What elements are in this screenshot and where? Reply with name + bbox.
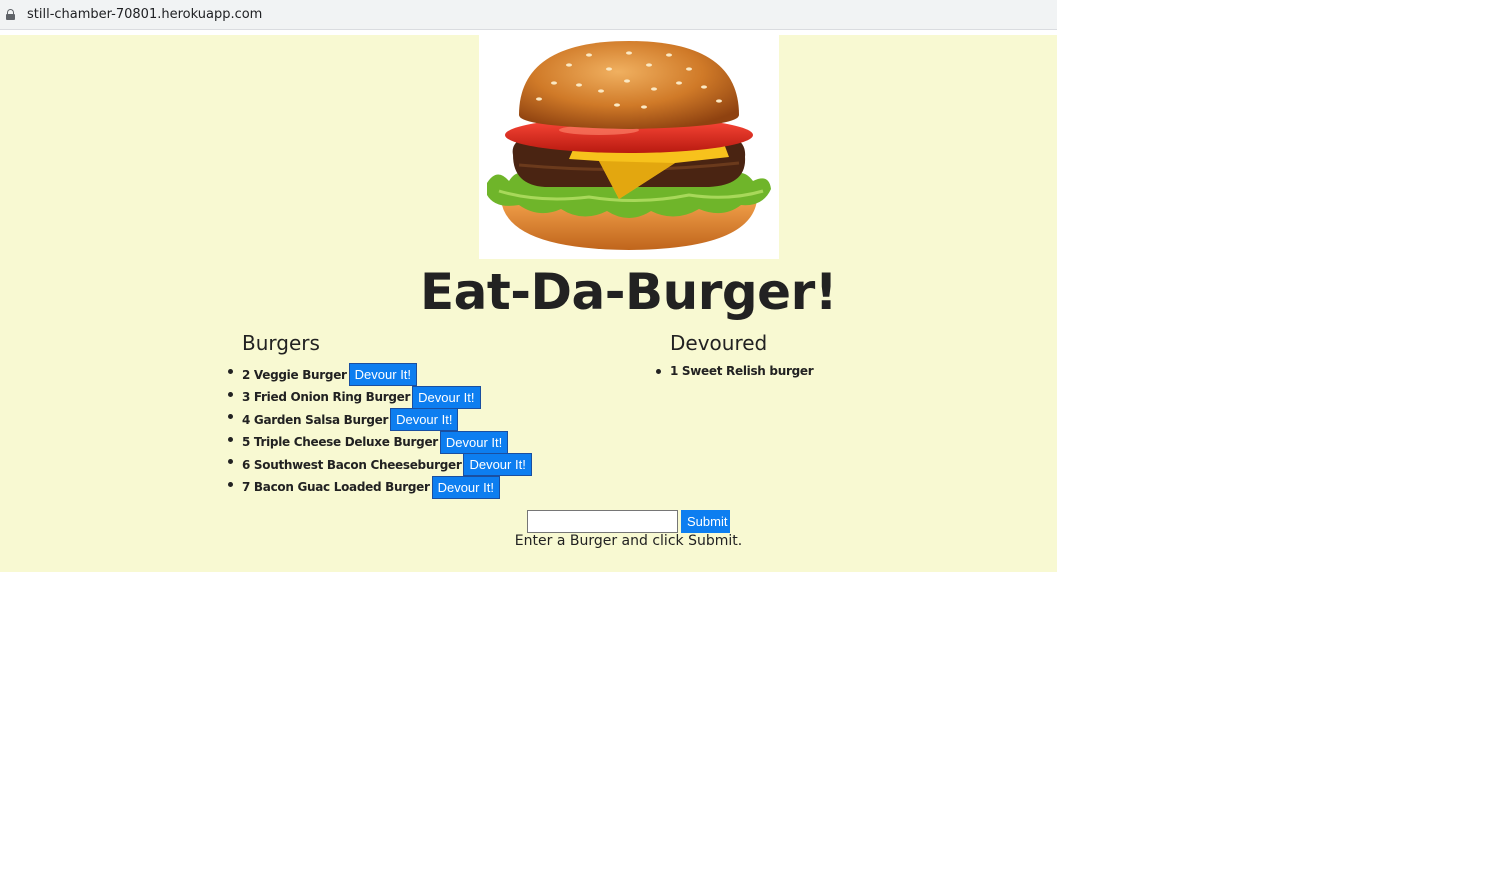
burger-name: 4 Garden Salsa Burger bbox=[242, 412, 389, 427]
submit-button[interactable]: Submit bbox=[681, 510, 730, 533]
burger-list-item: 4 Garden Salsa Burger Devour It! bbox=[228, 408, 532, 432]
burger-list-item: 3 Fried Onion Ring Burger Devour It! bbox=[228, 385, 532, 409]
page-body: Eat-Da-Burger! Burgers 2 Veggie Burger De… bbox=[0, 35, 1057, 572]
devour-button[interactable]: Devour It! bbox=[431, 475, 500, 499]
burger-name: 7 Bacon Guac Loaded Burger bbox=[242, 480, 430, 495]
burger-name-input[interactable] bbox=[527, 510, 678, 533]
browser-address-bar[interactable]: still-chamber-70801.herokuapp.com bbox=[0, 0, 1057, 30]
burger-list-item: 5 Triple Cheese Deluxe Burger Devour It! bbox=[228, 430, 532, 454]
devour-button[interactable]: Devour It! bbox=[439, 430, 509, 454]
burger-image bbox=[479, 35, 779, 259]
devoured-list: 1 Sweet Relish burger bbox=[655, 363, 814, 386]
url-text[interactable]: still-chamber-70801.herokuapp.com bbox=[27, 7, 262, 22]
devoured-column: Devoured 1 Sweet Relish burger bbox=[655, 331, 814, 386]
burgers-heading: Burgers bbox=[242, 331, 320, 355]
burger-list-item: 6 Southwest Bacon Cheeseburger Devour It! bbox=[228, 453, 532, 477]
devour-button[interactable]: Devour It! bbox=[412, 385, 481, 409]
lock-icon[interactable] bbox=[6, 9, 15, 20]
burgers-column: Burgers 2 Veggie Burger Devour It! 3 Fried… bbox=[228, 331, 532, 499]
burger-name: 3 Fried Onion Ring Burger bbox=[242, 390, 411, 405]
burger-illustration bbox=[487, 41, 771, 250]
devoured-list-item: 1 Sweet Relish burger bbox=[655, 363, 814, 386]
burger-list-item: 2 Veggie Burger Devour It! bbox=[228, 363, 532, 386]
burger-name: 5 Triple Cheese Deluxe Burger bbox=[242, 435, 438, 450]
burger-name: 6 Southwest Bacon Cheeseburger bbox=[242, 457, 462, 472]
devour-button[interactable]: Devour It! bbox=[348, 363, 418, 386]
devour-button[interactable]: Devour It! bbox=[463, 453, 532, 477]
burger-list: 2 Veggie Burger Devour It! 3 Fried Onion R… bbox=[228, 363, 532, 499]
page-title: Eat-Da-Burger! bbox=[419, 263, 838, 321]
burger-list-item: 7 Bacon Guac Loaded Burger Devour It! bbox=[228, 475, 532, 499]
devoured-burger-name: 1 Sweet Relish burger bbox=[670, 363, 814, 378]
devour-button[interactable]: Devour It! bbox=[390, 408, 459, 432]
devoured-heading: Devoured bbox=[670, 331, 768, 355]
form-hint: Enter a Burger and click Submit. bbox=[514, 533, 743, 549]
burger-name: 2 Veggie Burger bbox=[242, 367, 347, 382]
